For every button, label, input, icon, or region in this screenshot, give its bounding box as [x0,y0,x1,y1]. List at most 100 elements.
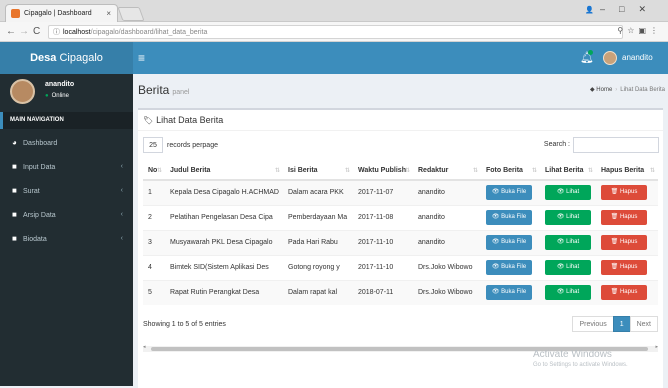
table-search: Search : [544,137,659,153]
scroll-left-icon[interactable]: ◂ [143,344,146,350]
news-table: No ⇅ Judul Berita ⇅ Isi Berita ⇅ Waktu Publ… [143,162,658,305]
box-divider [138,130,663,131]
cell-judul: Musyawarah PKL Desa Cipagalo [165,229,283,255]
sort-icon: ⇅ [587,168,593,174]
logo-rest: Cipagalo [56,52,103,64]
sidebar-item-biodata[interactable]: ■ Biodata ‹ [0,227,133,251]
browser-tab[interactable]: Cipagalo | Dashboard × [5,4,118,22]
close-window-icon[interactable]: ✕ [638,4,660,14]
records-per-page: 25 records perpage [143,137,218,154]
column-header-no[interactable]: No ⇅ [143,162,165,181]
menu-dots-icon[interactable]: ⋮ [650,26,662,35]
column-header-waktu[interactable]: Waktu Publish ⇅ [353,162,413,181]
sidebar-item-label: Arsip Data [23,212,56,219]
column-header-judul[interactable]: Judul Berita ⇅ [165,162,283,181]
column-header-redaktur[interactable]: Redaktur ⇅ [413,162,481,181]
info-icon[interactable]: ⓘ [53,26,60,39]
view-button[interactable]: 👁︎ Lihat [545,210,591,225]
tag-icon: 🏷︎ [143,116,154,125]
cell-redaktur: anandito [413,179,481,205]
sort-icon: ⇅ [531,168,537,174]
view-button[interactable]: 👁︎ Lihat [545,260,591,275]
data-box: 🏷︎ Lihat Data Berita 25 records perpage Se… [138,108,663,388]
maximize-icon[interactable]: □ [619,4,638,14]
column-header-foto[interactable]: Foto Berita ⇅ [481,162,540,181]
cell-lihat: 👁︎ Lihat [540,279,596,305]
cell-isi: Gotong royong y [283,254,353,280]
cell-judul: Pelatihan Pengelasan Desa Cipa [165,204,283,230]
sort-icon: ⇅ [156,168,162,174]
open-file-button[interactable]: 👁︎ Buka File [486,185,532,201]
column-header-isi[interactable]: Isi Berita ⇅ [283,162,353,181]
table-row: 4 Bimtek SID(Sistem Aplikasi Des Gotong … [143,254,658,280]
records-per-page-select[interactable]: 25 [143,137,163,153]
chevron-left-icon: ‹ [120,187,123,194]
delete-button[interactable]: 🗑︎ Hapus [601,285,647,301]
activate-windows-title: Activate Windows [533,349,612,360]
table-row: 2 Pelatihan Pengelasan Desa Cipa Pemberd… [143,204,658,230]
cell-isi: Pemberdayaan Ma [283,204,353,230]
star-icon[interactable]: ☆ [627,26,638,35]
sidebar-item-dashboard[interactable]: ◕ Dashboard [0,131,133,155]
main-navigation-header: MAIN NAVIGATION [0,112,133,129]
view-button[interactable]: 👁︎ Lihat [545,235,591,250]
sidebar-item-arsip-data[interactable]: ■ Arsip Data ‹ [0,203,133,227]
page-1-button[interactable]: 1 [612,316,631,332]
chevron-left-icon: ‹ [120,163,123,170]
view-button[interactable]: 👁︎ Lihat [545,185,591,201]
sidebar-item-label: Input Data [23,164,56,171]
sidebar-item-surat[interactable]: ■ Surat ‹ [0,179,133,203]
next-button[interactable]: Next [629,316,658,332]
reload-icon[interactable]: C [33,26,40,37]
top-navbar: ≡ 🔔︎ anandito [133,42,668,74]
column-header-lihat[interactable]: Lihat Berita ⇅ [540,162,596,181]
sidebar-item-input-data[interactable]: ■ Input Data ‹ [0,155,133,179]
open-file-button[interactable]: 👁︎ Buka File [486,210,532,225]
cell-lihat: 👁︎ Lihat [540,179,596,205]
cell-waktu: 2017-11-10 [353,229,413,255]
page-title: Berita panel [138,83,190,97]
delete-button[interactable]: 🗑︎ Hapus [601,260,647,275]
cell-lihat: 👁︎ Lihat [540,229,596,255]
activate-windows-subtitle: Go to Settings to activate Windows. [533,362,628,368]
cell-lihat: 👁︎ Lihat [540,204,596,230]
folder-icon: ■ [12,186,17,195]
open-file-button[interactable]: 👁︎ Buka File [486,260,532,275]
tab-close-icon[interactable]: × [106,5,111,22]
page-subtitle: panel [172,89,190,96]
cell-redaktur: Drs.Joko Wibowo [413,254,481,280]
delete-button[interactable]: 🗑︎ Hapus [601,210,647,225]
user-status-label: Online [51,93,69,99]
delete-button[interactable]: 🗑︎ Hapus [601,185,647,201]
url-host: localhost [63,29,91,36]
sidebar-toggle-icon[interactable]: ≡ [138,51,145,65]
column-header-hapus[interactable]: Hapus Berita ⇅ [596,162,658,181]
cell-hapus: 🗑︎ Hapus [596,204,658,230]
sort-icon: ⇅ [404,168,410,174]
dashboard-icon: ◕ [12,138,17,147]
forward-icon[interactable]: → [19,26,29,37]
search-input[interactable] [573,137,659,153]
user-menu[interactable]: anandito [603,50,653,66]
back-icon[interactable]: ← [6,26,16,37]
cell-lihat: 👁︎ Lihat [540,254,596,280]
extension-icon[interactable]: ▣ [638,26,650,35]
cell-no: 4 [143,254,165,280]
delete-button[interactable]: 🗑︎ Hapus [601,235,647,250]
breadcrumb-home[interactable]: Home [596,87,612,93]
zoom-icon[interactable]: ⚲ [617,26,627,35]
sidebar-item-label: Biodata [23,236,47,243]
sort-icon: ⇅ [344,168,350,174]
url-input[interactable]: ⓘ localhost/cipagalo/dashboard/lihat_dat… [48,25,623,39]
minimize-icon[interactable]: – [600,4,619,14]
new-tab-button[interactable] [117,7,145,21]
previous-button[interactable]: Previous [572,316,614,332]
app-logo[interactable]: Desa Cipagalo [0,42,133,74]
view-button[interactable]: 👁︎ Lihat [545,285,591,301]
sort-icon: ⇅ [472,168,478,174]
open-file-button[interactable]: 👁︎ Buka File [486,235,532,250]
account-icon[interactable]: 👤 [585,7,594,14]
scroll-right-icon[interactable]: ▸ [655,344,658,350]
open-file-button[interactable]: 👁︎ Buka File [486,285,532,301]
cell-judul: Bimtek SID(Sistem Aplikasi Des [165,254,283,280]
